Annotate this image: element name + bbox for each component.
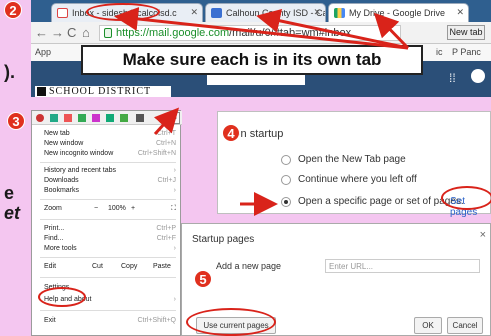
arrow-to-tab1: [114, 6, 409, 50]
step-badge: 3: [7, 112, 25, 130]
step-badge: 4: [222, 124, 240, 142]
annotation-arrows: [114, 6, 410, 216]
arrow-to-tab2: [256, 9, 409, 50]
step-badge: 5: [194, 270, 212, 288]
step-badge: 2: [4, 1, 22, 19]
arrow-to-menu-icon: [153, 107, 180, 136]
